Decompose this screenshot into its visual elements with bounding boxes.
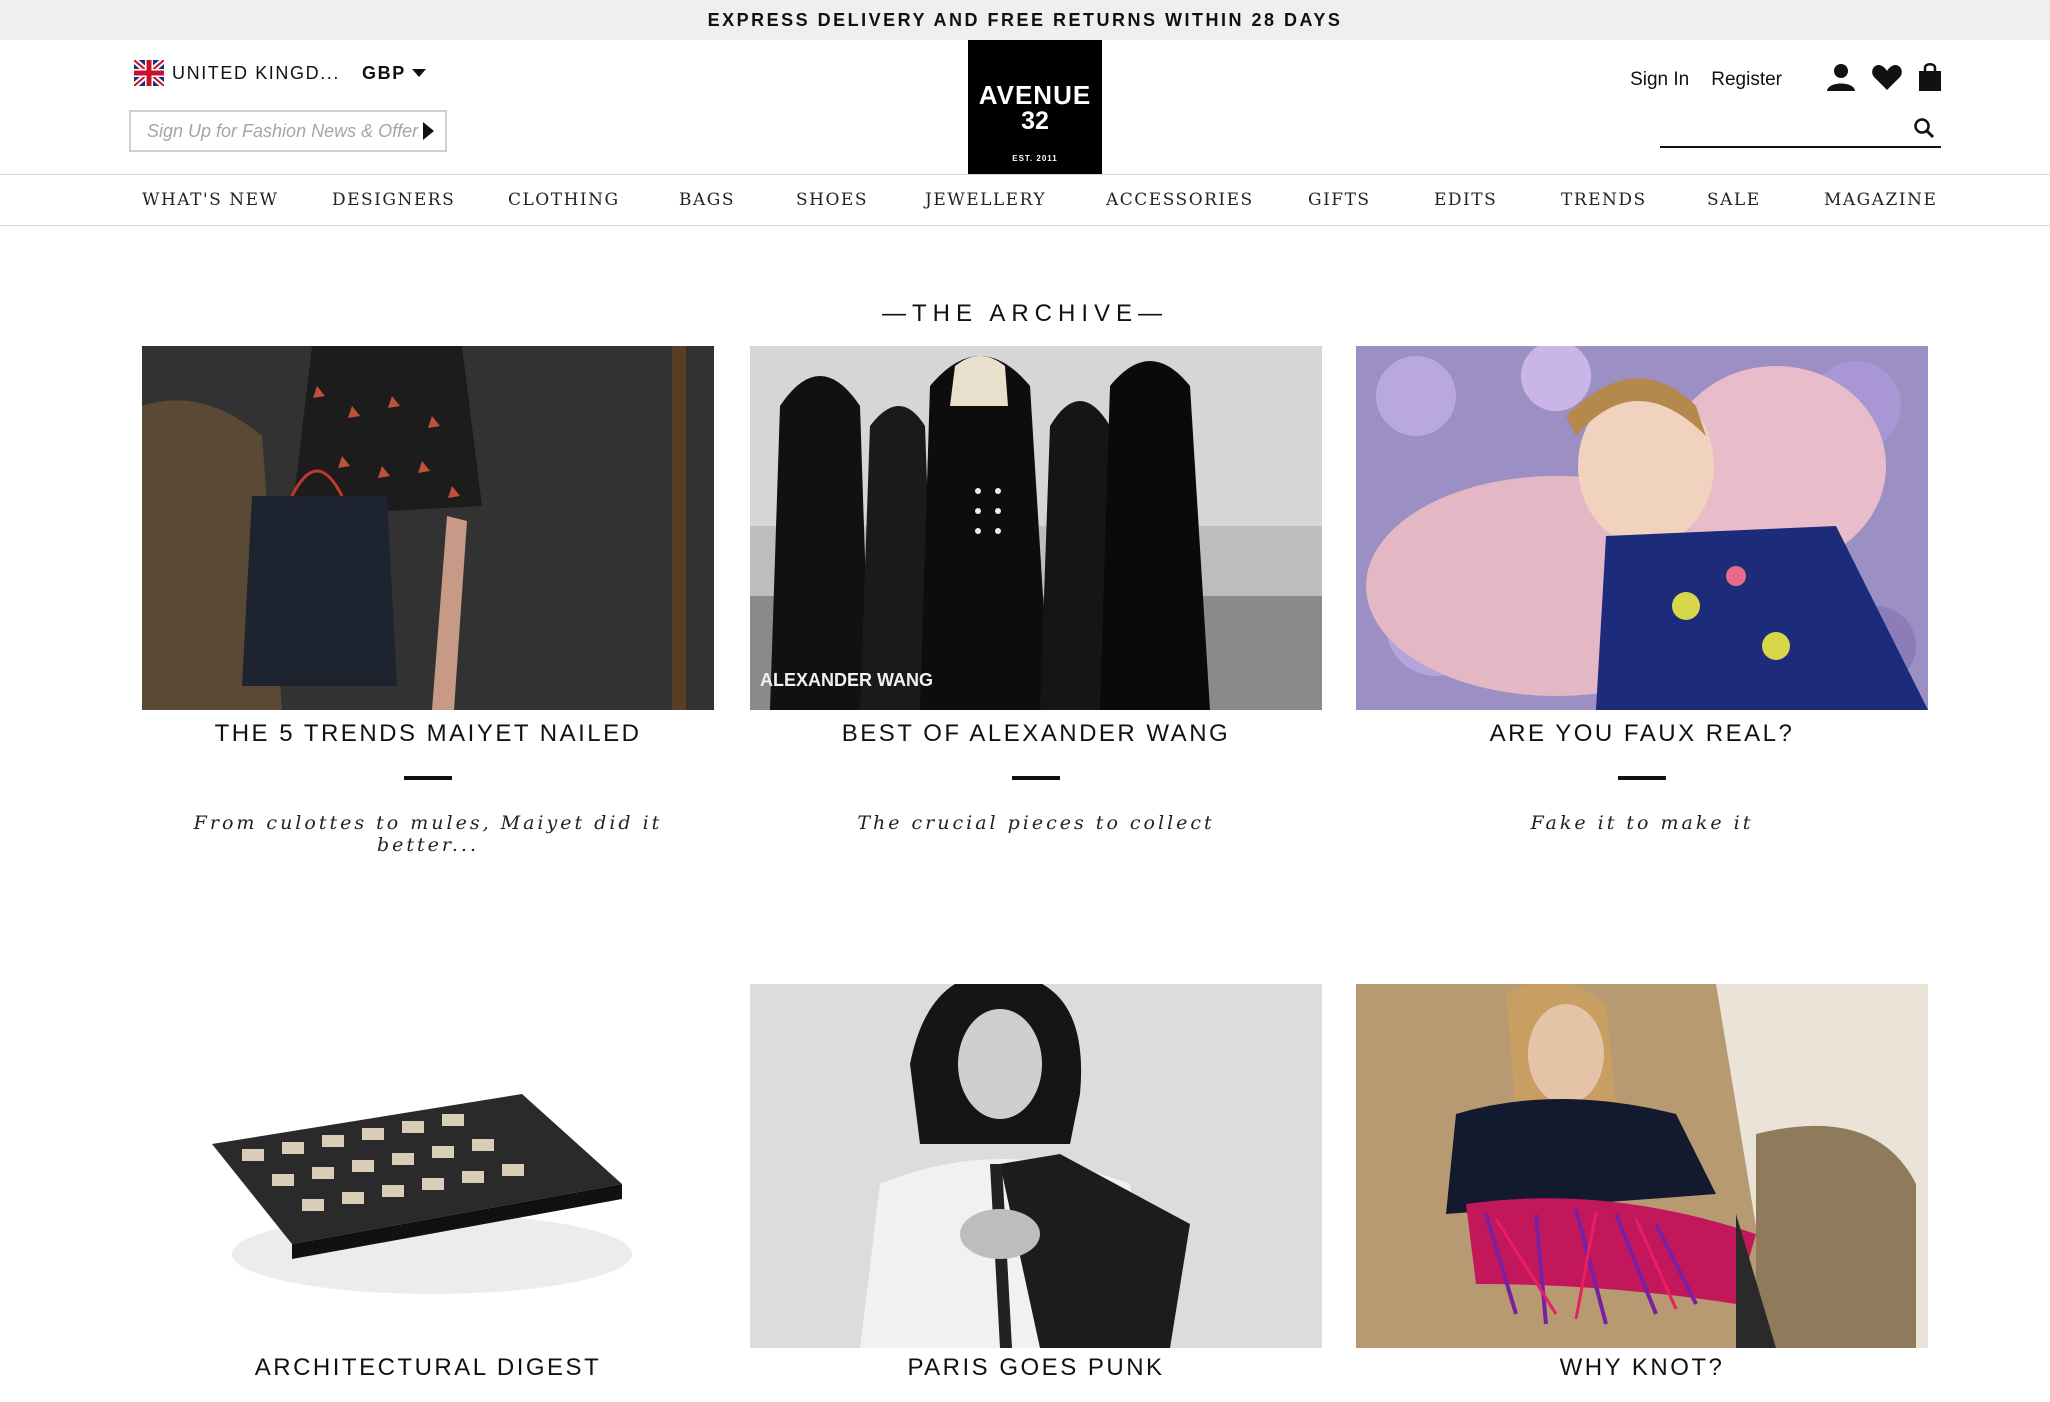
archive-card[interactable]: PARIS GOES PUNK <box>750 984 1322 1381</box>
uk-flag-icon <box>134 60 164 86</box>
main-navigation: WHAT'S NEW DESIGNERS CLOTHING BAGS SHOES… <box>0 174 2050 226</box>
card-subtitle: From culottes to mules, Maiyet did it be… <box>193 812 663 856</box>
card-subtitle: Fake it to make it <box>1530 812 1754 834</box>
nav-sale[interactable]: SALE <box>1707 175 1761 225</box>
card-image[interactable]: ALEXANDER WANG <box>750 346 1322 710</box>
nav-shoes[interactable]: SHOES <box>796 175 868 225</box>
register-link[interactable]: Register <box>1711 69 1782 91</box>
nav-edits[interactable]: EDITS <box>1434 175 1497 225</box>
nav-clothing[interactable]: CLOTHING <box>508 175 620 225</box>
newsletter-signup <box>129 110 447 152</box>
user-icon[interactable] <box>1826 63 1856 96</box>
archive-card[interactable]: ALEXANDER WANG BEST OF ALEXANDER WANG Th… <box>750 346 1322 834</box>
card-image[interactable] <box>142 346 714 710</box>
nav-gifts[interactable]: GIFTS <box>1308 175 1371 225</box>
card-image[interactable] <box>750 984 1322 1348</box>
card-title[interactable]: ARCHITECTURAL DIGEST <box>142 1348 714 1388</box>
card-image-caption: ALEXANDER WANG <box>760 670 933 690</box>
newsletter-email-input[interactable] <box>145 119 421 143</box>
country-label[interactable]: UNITED KINGD... <box>172 63 340 84</box>
nav-bags[interactable]: BAGS <box>679 175 735 225</box>
card-divider <box>1012 776 1060 780</box>
card-title[interactable]: THE 5 TRENDS MAIYET NAILED <box>142 714 714 754</box>
account-icons <box>1810 62 1942 97</box>
card-divider <box>404 776 452 780</box>
title-dash-left: — <box>881 300 912 327</box>
currency-selector[interactable]: GBP <box>362 63 426 84</box>
search-icon[interactable] <box>1913 117 1935 144</box>
account-area: Sign In Register <box>1608 62 1942 97</box>
card-subtitle: The crucial pieces to collect <box>857 812 1215 834</box>
currency-label: GBP <box>362 62 406 83</box>
sign-in-link[interactable]: Sign In <box>1630 69 1689 91</box>
section-title: —THE ARCHIVE— <box>0 300 2050 328</box>
promo-banner: EXPRESS DELIVERY AND FREE RETURNS WITHIN… <box>0 0 2050 40</box>
site-logo[interactable]: AVENUE 32 EST. 2011 <box>968 40 1102 174</box>
card-title[interactable]: ARE YOU FAUX REAL? <box>1356 714 1928 754</box>
card-title[interactable]: PARIS GOES PUNK <box>750 1348 1322 1388</box>
chevron-down-icon <box>411 69 426 77</box>
nav-designers[interactable]: DESIGNERS <box>332 175 455 225</box>
nav-jewellery[interactable]: JEWELLERY <box>925 175 1046 225</box>
archive-title: THE ARCHIVE <box>911 300 1139 327</box>
archive-card[interactable]: ARCHITECTURAL DIGEST <box>142 984 714 1381</box>
search-bar <box>1660 112 1941 148</box>
card-divider <box>1618 776 1666 780</box>
title-dash-right: — <box>1138 300 1169 327</box>
card-image[interactable] <box>142 984 714 1348</box>
shopping-bag-icon[interactable] <box>1918 62 1942 97</box>
nav-whats-new[interactable]: WHAT'S NEW <box>142 175 278 225</box>
logo-established: EST. 2011 <box>1012 154 1058 163</box>
archive-card[interactable]: ARE YOU FAUX REAL? Fake it to make it <box>1356 346 1928 834</box>
card-title[interactable]: BEST OF ALEXANDER WANG <box>750 714 1322 754</box>
locale-selector[interactable]: UNITED KINGD... GBP <box>134 58 426 88</box>
logo-line-1: AVENUE <box>978 80 1092 110</box>
card-image[interactable] <box>1356 346 1928 710</box>
archive-card[interactable]: WHY KNOT? <box>1356 984 1928 1381</box>
card-title[interactable]: WHY KNOT? <box>1356 1348 1928 1388</box>
nav-accessories[interactable]: ACCESSORIES <box>1106 175 1254 225</box>
card-image[interactable] <box>1356 984 1928 1348</box>
archive-card[interactable]: THE 5 TRENDS MAIYET NAILED From culottes… <box>142 346 714 856</box>
heart-icon[interactable] <box>1872 63 1902 96</box>
nav-trends[interactable]: TRENDS <box>1561 175 1647 225</box>
search-input[interactable] <box>1660 119 1904 139</box>
nav-magazine[interactable]: MAGAZINE <box>1824 175 1937 225</box>
logo-line-2: 32 <box>1021 107 1049 135</box>
submit-arrow-icon[interactable] <box>423 122 434 140</box>
